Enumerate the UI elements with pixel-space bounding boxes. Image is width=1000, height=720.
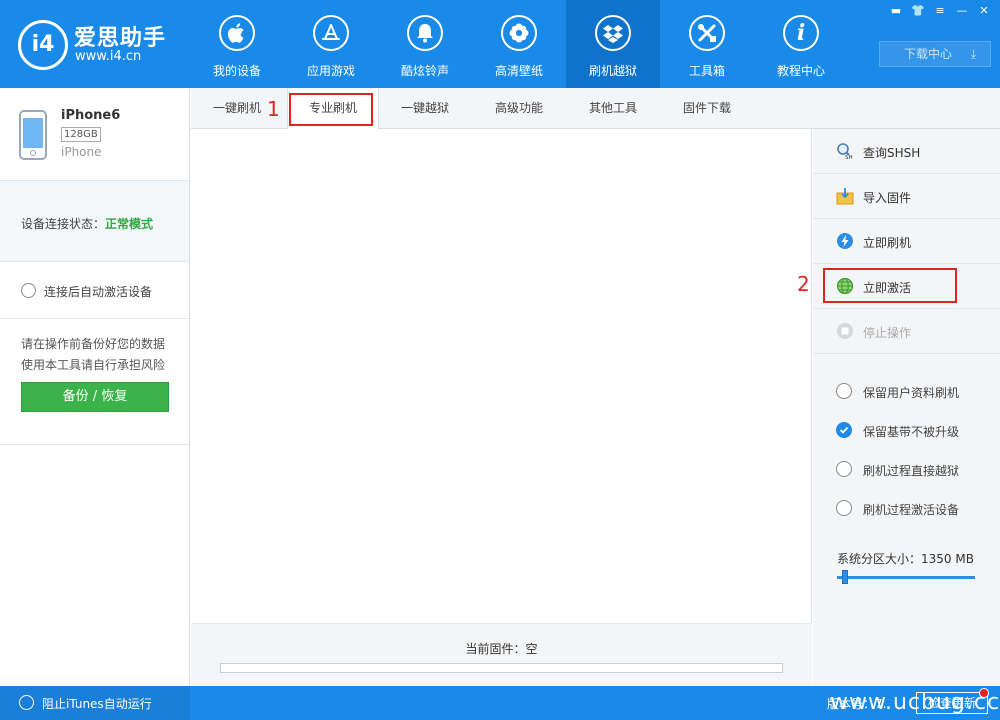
- query-shsh-button[interactable]: SH 查询SHSH: [813, 129, 1000, 174]
- nav-label: 工具箱: [688, 64, 725, 78]
- block-itunes-label: 阻止iTunes自动运行: [42, 697, 152, 711]
- warning-box: 请在操作前备份好您的数据 使用本工具请自行承担风险 备份 / 恢复: [0, 319, 189, 445]
- activate-during-label: 刷机过程激活设备: [863, 503, 960, 517]
- partition-slider-handle[interactable]: [842, 570, 848, 584]
- flash-progress-bar: [220, 663, 783, 673]
- jailbreak-during-radio[interactable]: [836, 461, 852, 477]
- auto-activate-label: 连接后自动激活设备: [44, 285, 153, 299]
- tab-other-tools[interactable]: 其他工具: [573, 88, 653, 129]
- tab-firmware-download[interactable]: 固件下载: [667, 88, 747, 129]
- nav-my-device[interactable]: 我的设备: [190, 0, 284, 88]
- update-notification-dot: [979, 688, 989, 698]
- current-firmware: 当前固件：空: [465, 642, 538, 656]
- firmware-footer: 当前固件：空: [191, 623, 812, 686]
- import-folder-icon: [836, 188, 854, 205]
- jailbreak-during-label: 刷机过程直接越狱: [863, 464, 960, 478]
- status-text: 设备连接状态：正常模式: [21, 215, 153, 232]
- app-name: 爱思助手: [74, 26, 167, 51]
- download-center-label: 下载中心: [904, 47, 953, 61]
- warning-line-2: 使用本工具请自行承担风险: [21, 358, 166, 372]
- nav-label: 高清壁纸: [494, 64, 543, 78]
- flash-now-button[interactable]: 立即刷机: [813, 219, 1000, 264]
- stop-operation-label: 停止操作: [863, 326, 912, 340]
- stop-operation-button[interactable]: 停止操作: [813, 309, 1000, 354]
- lightning-icon: [837, 233, 853, 249]
- status-value: 正常模式: [105, 217, 154, 231]
- app-url: www.i4.cn: [75, 49, 142, 64]
- main-nav: 我的设备 应用游戏 酷炫铃声 高清壁纸 刷机越狱 工具箱 i 教程中心: [190, 0, 848, 88]
- app-store-icon: [313, 15, 349, 51]
- keep-baseband-radio[interactable]: [836, 422, 852, 438]
- window-controls: ▬ 👕 ≡ — ✕: [886, 4, 994, 18]
- nav-label: 刷机越狱: [588, 64, 637, 78]
- backup-restore-button[interactable]: 备份 / 恢复: [21, 382, 169, 412]
- nav-apps-games[interactable]: 应用游戏: [284, 0, 378, 88]
- app-logo[interactable]: i4 爱思助手 www.i4.cn: [18, 18, 178, 70]
- nav-label: 我的设备: [212, 64, 261, 78]
- nav-wallpapers[interactable]: 高清壁纸: [472, 0, 566, 88]
- device-name: iPhone6: [61, 108, 121, 123]
- device-panel: iPhone6 128GB iPhone 设备连接状态：正常模式 连接后自动激活…: [0, 88, 190, 686]
- device-type: iPhone: [61, 145, 102, 159]
- watermark: www.ucbug.cc: [830, 690, 1000, 715]
- activate-during-radio[interactable]: [836, 500, 852, 516]
- keep-user-data-label: 保留用户资料刷机: [863, 386, 960, 400]
- highlight-box-1: [289, 93, 373, 126]
- nav-toolbox[interactable]: 工具箱: [660, 0, 754, 88]
- nav-tutorials[interactable]: i 教程中心: [754, 0, 848, 88]
- magnifier-shsh-icon: SH: [837, 143, 853, 160]
- bell-icon: [407, 15, 443, 51]
- query-shsh-label: 查询SHSH: [863, 146, 921, 160]
- partition-slider-track[interactable]: [837, 576, 975, 579]
- tab-one-click-flash[interactable]: 一键刷机: [197, 88, 277, 129]
- device-info: iPhone6 128GB iPhone: [0, 88, 189, 181]
- tab-one-click-jailbreak[interactable]: 一键越狱: [385, 88, 465, 129]
- minimize-icon[interactable]: —: [952, 4, 972, 18]
- import-firmware-label: 导入固件: [863, 191, 912, 205]
- block-itunes-option[interactable]: 阻止iTunes自动运行: [0, 686, 190, 720]
- message-icon[interactable]: ▬: [886, 4, 906, 18]
- auto-activate-radio[interactable]: [21, 283, 36, 298]
- firmware-area: 当前固件：空: [191, 129, 812, 686]
- flash-now-label: 立即刷机: [863, 236, 912, 250]
- device-capacity: 128GB: [61, 127, 101, 142]
- action-panel: SH 查询SHSH 导入固件 立即刷机 立即激活 停止操作 保留用户资料刷机 保…: [813, 129, 1000, 686]
- nav-label: 酷炫铃声: [400, 64, 449, 78]
- highlight-box-2: [823, 268, 957, 303]
- logo-badge-icon: i4: [18, 20, 68, 70]
- stop-icon: [837, 323, 853, 339]
- top-header: i4 爱思助手 www.i4.cn 我的设备 应用游戏 酷炫铃声 高清壁纸 刷机…: [0, 0, 1000, 88]
- menu-icon[interactable]: ≡: [930, 4, 950, 18]
- warning-line-1: 请在操作前备份好您的数据: [21, 337, 166, 351]
- iphone-icon: [19, 110, 47, 160]
- close-icon[interactable]: ✕: [974, 4, 994, 18]
- tools-icon: [689, 15, 725, 51]
- nav-label: 教程中心: [776, 64, 825, 78]
- keep-user-data-radio[interactable]: [836, 383, 852, 399]
- dropbox-box-icon: [595, 15, 631, 51]
- download-center-button[interactable]: 下载中心 ⤓: [879, 41, 991, 67]
- keep-baseband-label: 保留基带不被升级: [863, 425, 960, 439]
- annotation-2: 2: [797, 272, 810, 296]
- download-arrow-icon: ⤓: [970, 47, 976, 61]
- import-firmware-button[interactable]: 导入固件: [813, 174, 1000, 219]
- nav-ringtones[interactable]: 酷炫铃声: [378, 0, 472, 88]
- connection-status: 设备连接状态：正常模式: [0, 181, 189, 262]
- nav-flash-jailbreak[interactable]: 刷机越狱: [566, 0, 660, 88]
- flower-icon: [501, 15, 537, 51]
- svg-text:SH: SH: [845, 155, 853, 160]
- auto-activate-option[interactable]: 连接后自动激活设备: [0, 262, 189, 319]
- block-itunes-radio[interactable]: [19, 695, 34, 710]
- check-icon: [839, 426, 849, 434]
- system-partition-label: 系统分区大小：1350 MB: [837, 552, 974, 566]
- tab-advanced[interactable]: 高级功能: [479, 88, 559, 129]
- skin-icon[interactable]: 👕: [908, 4, 928, 18]
- apple-icon: [219, 15, 255, 51]
- info-icon: i: [783, 15, 819, 51]
- status-label: 设备连接状态：: [21, 217, 106, 231]
- annotation-1: 1: [267, 97, 280, 121]
- nav-label: 应用游戏: [306, 64, 355, 78]
